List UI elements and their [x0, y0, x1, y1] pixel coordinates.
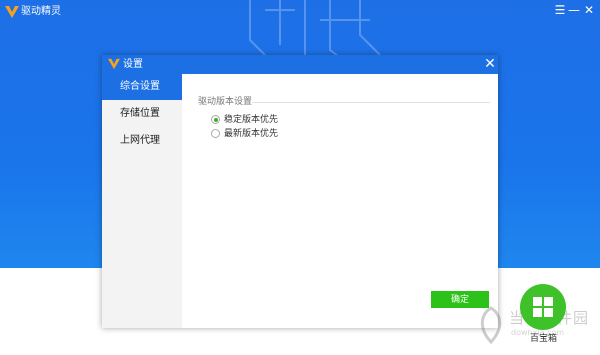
section-label: 驱动版本设置: [198, 97, 253, 107]
nav-item-storage[interactable]: 存储位置: [102, 101, 182, 127]
menu-icon[interactable]: ☰: [553, 3, 567, 17]
radio-button[interactable]: [211, 129, 220, 138]
grid-icon: [533, 297, 553, 317]
radio-button-checked[interactable]: [211, 115, 220, 124]
settings-nav: 综合设置 存储位置 上网代理: [102, 74, 182, 328]
app-title: 驱动精灵: [21, 6, 61, 17]
dialog-title: 设置: [123, 59, 143, 70]
section-divider: [252, 102, 490, 103]
toolbox-label: 百宝箱: [530, 334, 558, 344]
v-logo-icon: [108, 58, 120, 70]
v-logo-icon: [5, 6, 19, 18]
option-label: 最新版本优先: [224, 129, 279, 139]
dialog-close-icon[interactable]: ✕: [483, 57, 497, 72]
nav-item-general[interactable]: 综合设置: [102, 74, 182, 100]
close-icon[interactable]: ✕: [582, 3, 596, 17]
option-label: 稳定版本优先: [224, 115, 279, 125]
dialog-titlebar: 设置 ✕: [102, 55, 498, 74]
toolbox-button[interactable]: [520, 284, 566, 330]
settings-dialog: 设置 ✕ 综合设置 存储位置 上网代理 驱动版本设置 稳定版本优先 最新版本优先…: [102, 55, 498, 328]
minimize-icon[interactable]: —: [567, 3, 581, 17]
nav-item-proxy[interactable]: 上网代理: [102, 128, 182, 154]
watermark-logo: [480, 306, 502, 345]
